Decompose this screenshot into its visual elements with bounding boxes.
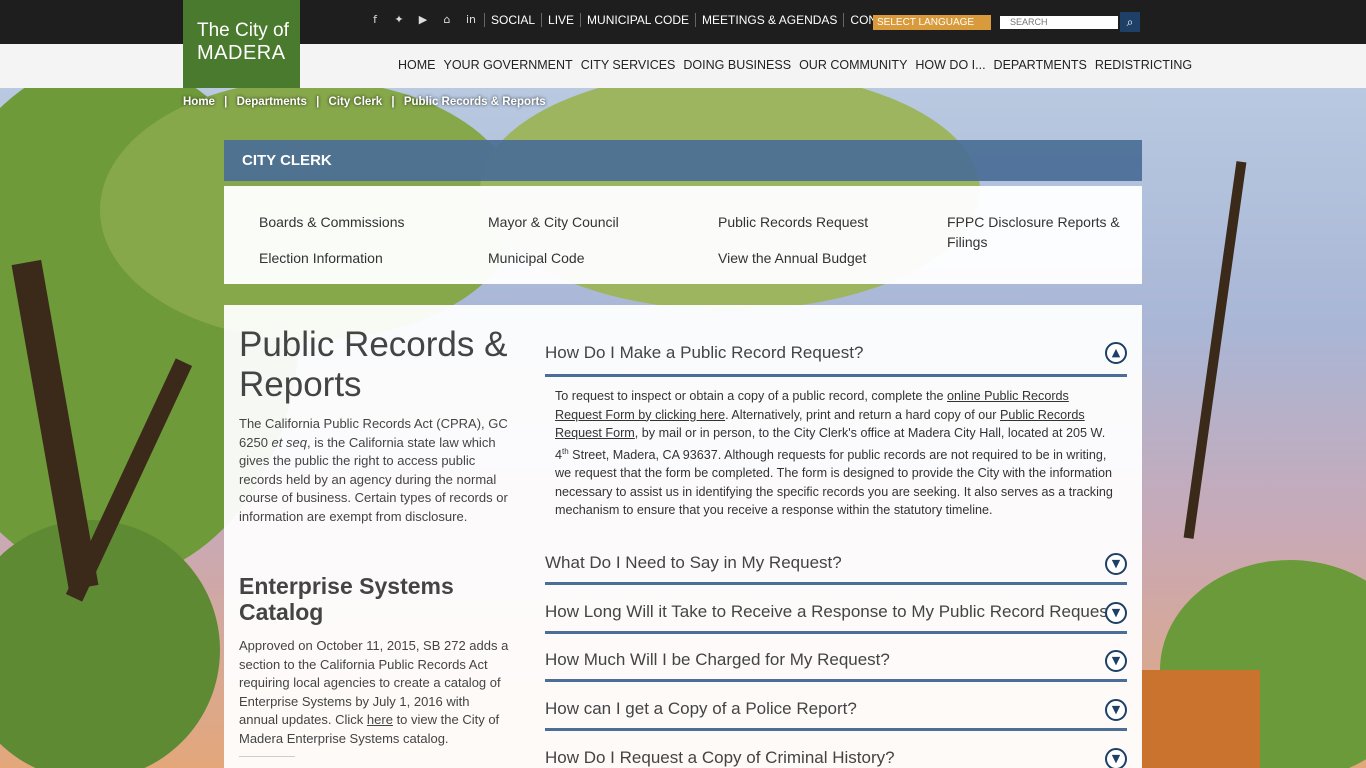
chevron-down-icon[interactable]: ▼ [1105,699,1127,721]
utility-links: SOCIAL LIVE MUNICIPAL CODE MEETINGS & AG… [484,13,914,27]
twitter-icon[interactable]: ✦ [393,14,405,26]
link-live[interactable]: LIVE [541,13,580,27]
link-social[interactable]: SOCIAL [484,13,541,27]
search-icon[interactable]: ⌕ [1120,12,1140,32]
nav-our-community[interactable]: OUR COMMUNITY [799,58,907,72]
city-logo[interactable]: The City of MADERA [183,0,300,88]
subnav-municipal-code[interactable]: Municipal Code [488,248,585,268]
chevron-down-icon[interactable]: ▼ [1105,553,1127,575]
enterprise-catalog-heading: Enterprise Systems Catalog [239,573,454,625]
chevron-up-icon[interactable]: ▲ [1105,342,1127,364]
subnav-annual-budget[interactable]: View the Annual Budget [718,248,866,268]
accordion-item-what-to-say[interactable]: What Do I Need to Say in My Request? ▼ [545,553,1127,585]
nav-city-services[interactable]: CITY SERVICES [581,58,676,72]
nav-home[interactable]: HOME [398,58,436,72]
breadcrumb: Home | Departments | City Clerk | Public… [183,96,552,108]
breadcrumb-current: Public Records & Reports [403,96,546,108]
main-content: Public Records & Reports The California … [224,305,1142,768]
search-input[interactable] [1000,16,1118,29]
divider [239,756,295,757]
breadcrumb-departments[interactable]: Departments [237,96,307,108]
facebook-icon[interactable]: f [369,14,381,26]
main-nav: HOME YOUR GOVERNMENT CITY SERVICES DOING… [398,58,1200,72]
subnav-boards-commissions[interactable]: Boards & Commissions [259,212,405,232]
link-meetings-agendas[interactable]: MEETINGS & AGENDAS [695,13,843,27]
enterprise-catalog-text: Approved on October 11, 2015, SB 272 add… [239,638,509,746]
catalog-here-link[interactable]: here [367,712,393,727]
nav-how-do-i[interactable]: HOW DO I... [915,58,985,72]
breadcrumb-city-clerk[interactable]: City Clerk [329,96,383,108]
subnav-fppc-disclosure[interactable]: FPPC Disclosure Reports & Filings [947,212,1122,252]
accordion-answer: To request to inspect or obtain a copy o… [555,389,1113,518]
chevron-down-icon[interactable]: ▼ [1105,650,1127,672]
section-title: CITY CLERK [224,140,1142,181]
youtube-icon[interactable]: ▶ [417,14,429,26]
accordion-item-response-time[interactable]: How Long Will it Take to Receive a Respo… [545,602,1127,634]
nav-doing-business[interactable]: DOING BUSINESS [683,58,791,72]
department-subnav: Boards & Commissions Mayor & City Counci… [224,186,1142,284]
linkedin-icon[interactable]: in [465,14,477,26]
breadcrumb-sep: | [391,96,395,108]
subnav-public-records-request[interactable]: Public Records Request [718,212,868,232]
chevron-down-icon[interactable]: ▼ [1105,602,1127,624]
home-icon[interactable]: ⌂ [441,14,453,26]
accordion-item-criminal-history[interactable]: How Do I Request a Copy of Criminal Hist… [545,748,1127,768]
subnav-mayor-council[interactable]: Mayor & City Council [488,212,619,232]
nav-departments[interactable]: DEPARTMENTS [994,58,1087,72]
accordion-item-charges[interactable]: How Much Will I be Charged for My Reques… [545,650,1127,682]
logo-line1: The City of [197,20,289,41]
intro-text: The California Public Records Act (CPRA)… [239,416,508,524]
page-title: Public Records & Reports [239,325,508,404]
subnav-election-information[interactable]: Election Information [259,248,383,268]
link-municipal-code[interactable]: MUNICIPAL CODE [580,13,695,27]
breadcrumb-sep: | [316,96,320,108]
nav-your-government[interactable]: YOUR GOVERNMENT [444,58,573,72]
language-select[interactable]: SELECT LANGUAGE [873,15,991,30]
chevron-down-icon[interactable]: ▼ [1105,748,1127,768]
breadcrumb-sep: | [224,96,228,108]
accordion-item-make-request[interactable]: How Do I Make a Public Record Request? ▲ [545,342,1127,377]
nav-redistricting[interactable]: REDISTRICTING [1095,58,1192,72]
breadcrumb-home[interactable]: Home [183,96,215,108]
accordion-item-police-report[interactable]: How can I get a Copy of a Police Report?… [545,699,1127,731]
social-icons: f ✦ ▶ ⌂ in [369,14,489,26]
logo-line2: MADERA [197,42,286,64]
